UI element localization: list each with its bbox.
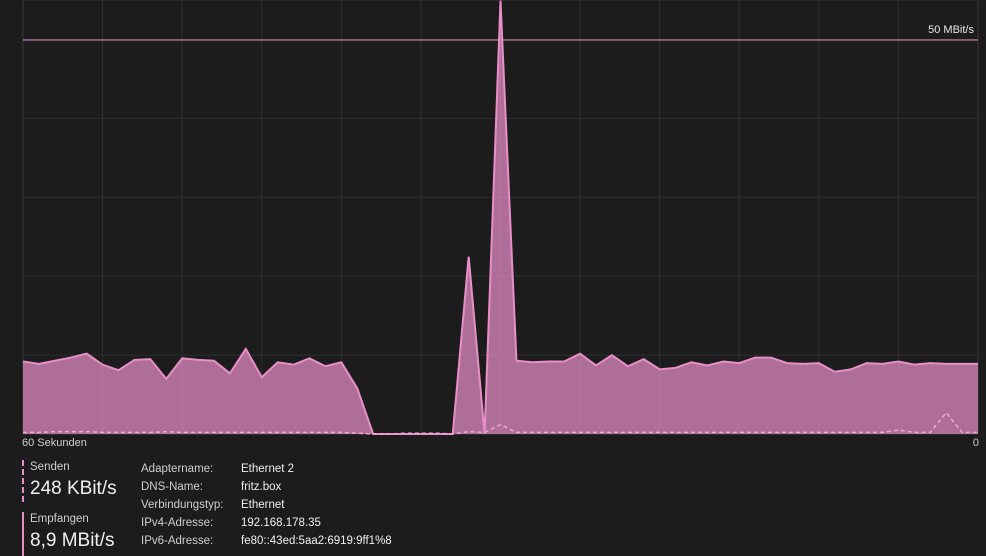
receive-label: Empfangen [30, 513, 89, 525]
x-axis-end-label: 0 [972, 437, 979, 449]
send-legend-marker [22, 460, 24, 502]
info-key: DNS-Name: [141, 481, 203, 493]
receive-legend-marker [22, 512, 24, 556]
info-value: fe80::43ed:5aa2:6919:9ff1%8 [241, 535, 392, 547]
info-value: Ethernet [241, 499, 285, 511]
info-key: Adaptername: [141, 463, 214, 475]
info-value: 192.168.178.35 [241, 517, 321, 529]
info-row: IPv6-Adresse: fe80::43ed:5aa2:6919:9ff1%… [141, 532, 392, 550]
info-key: Verbindungstyp: [141, 499, 224, 511]
info-key: IPv4-Adresse: [141, 517, 214, 529]
receive-value: 8,9 MBit/s [30, 530, 115, 551]
max-throughput-label: 50 MBit/s [928, 24, 974, 36]
throughput-chart [22, 0, 979, 435]
adapter-info: Adaptername: Ethernet 2 DNS-Name: fritz.… [141, 460, 392, 550]
x-axis-start-label: 60 Sekunden [22, 437, 87, 449]
send-value: 248 KBit/s [30, 478, 117, 499]
send-stat: Senden 248 KBit/s [22, 460, 117, 502]
info-row: IPv4-Adresse: 192.168.178.35 [141, 514, 392, 532]
info-row: Adaptername: Ethernet 2 [141, 460, 392, 478]
info-value: fritz.box [241, 481, 282, 493]
series-area-empfangen [23, 0, 978, 434]
info-row: Verbindungstyp: Ethernet [141, 496, 392, 514]
info-value: Ethernet 2 [241, 463, 295, 475]
send-label: Senden [30, 461, 70, 473]
network-performance-panel: 50 MBit/s 60 Sekunden 0 Senden 248 KBit/… [0, 0, 986, 556]
receive-stat: Empfangen 8,9 MBit/s [22, 512, 114, 556]
info-key: IPv6-Adresse: [141, 535, 214, 547]
info-row: DNS-Name: fritz.box [141, 478, 392, 496]
chart-series [22, 0, 978, 435]
